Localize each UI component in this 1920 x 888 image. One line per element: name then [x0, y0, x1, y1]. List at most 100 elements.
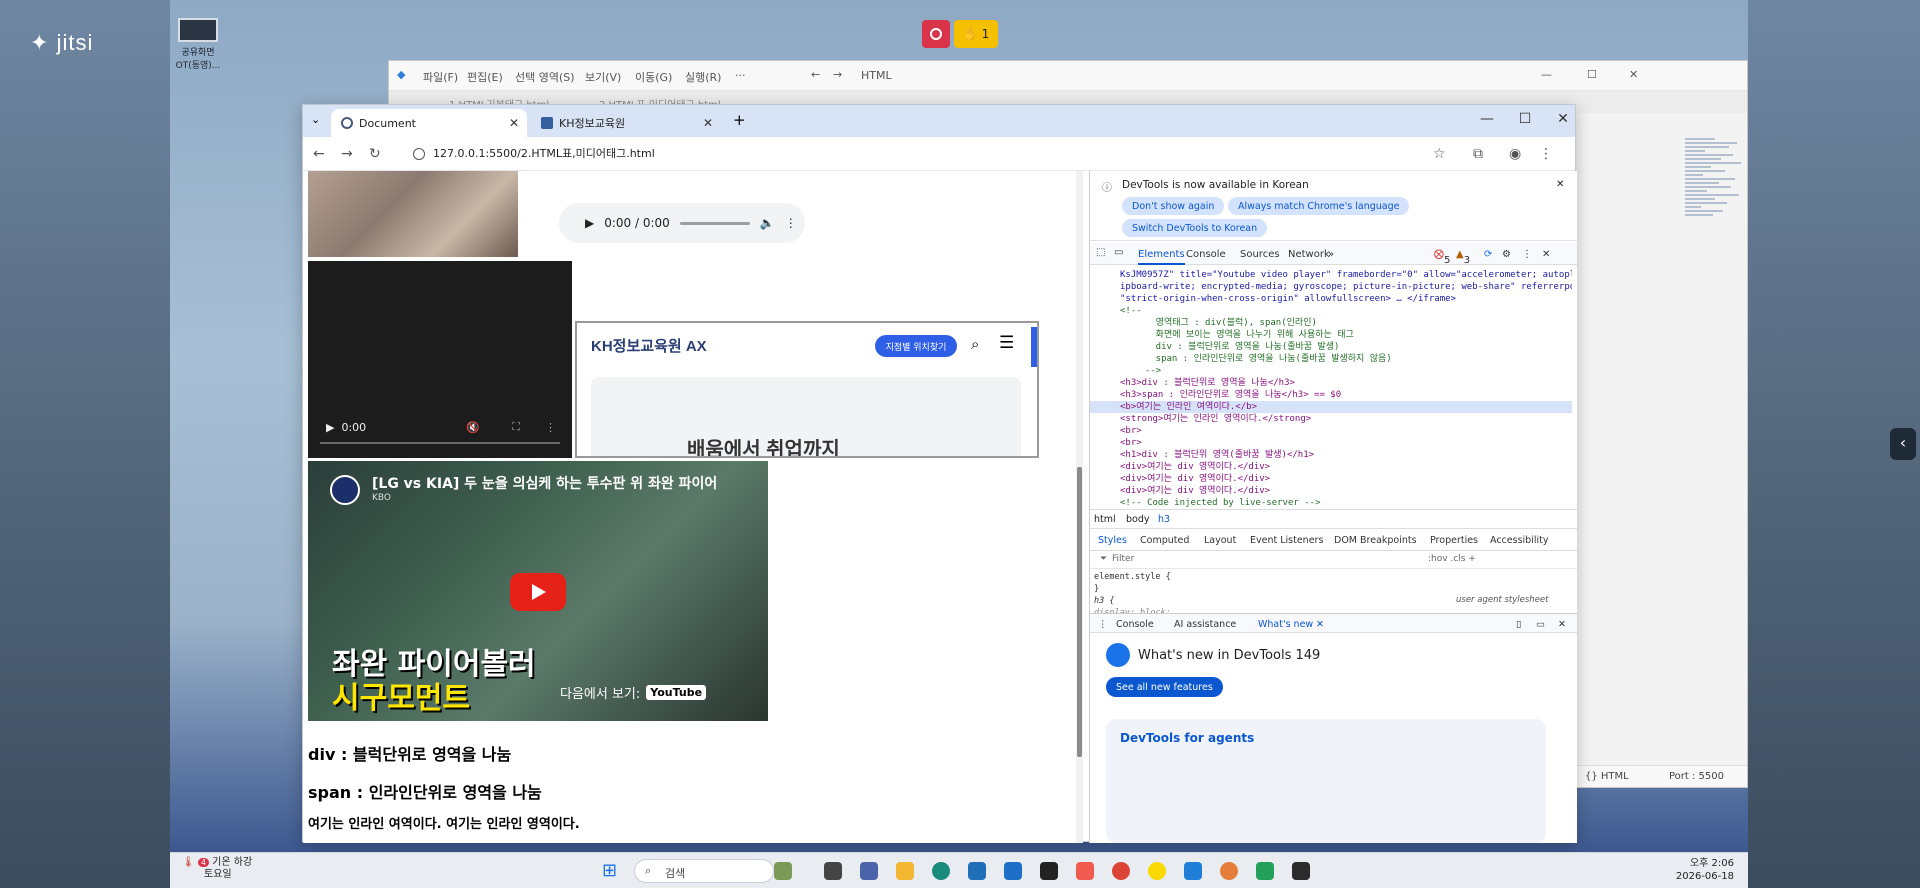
code-line[interactable]: <!--: [1120, 305, 1142, 317]
video-player[interactable]: ▶ 0:00 🔇 ⛶ ⋮: [308, 261, 572, 458]
extensions-icon[interactable]: ⧉: [1473, 146, 1483, 162]
tab-network[interactable]: Network: [1288, 249, 1330, 260]
claude-icon[interactable]: [1220, 862, 1238, 880]
devtools-more-icon[interactable]: ⋮: [1522, 249, 1532, 260]
see-all-features-button[interactable]: See all new features: [1106, 677, 1223, 697]
audio-progress[interactable]: [679, 221, 750, 225]
match-language-button[interactable]: Always match Chrome's language: [1228, 197, 1410, 215]
menu-view[interactable]: 보기(V): [585, 69, 621, 85]
taskbar-search[interactable]: ⌕ 검색: [634, 859, 774, 883]
mute-icon[interactable]: 🔇: [466, 421, 480, 434]
drawer-tab-ai[interactable]: AI assistance: [1174, 619, 1236, 630]
hamburger-menu-icon[interactable]: ☰: [999, 333, 1014, 353]
code-line[interactable]: <br>: [1120, 425, 1142, 437]
maximize-icon[interactable]: ☐: [1587, 68, 1597, 81]
dont-show-again-button[interactable]: Don't show again: [1122, 197, 1225, 215]
close-infobar-icon[interactable]: ✕: [1556, 179, 1564, 190]
drawer-tab-whats-new[interactable]: What's new: [1258, 619, 1313, 630]
device-toggle-icon[interactable]: ▭: [1114, 247, 1123, 258]
scroll-thumb[interactable]: [1077, 467, 1082, 757]
more-tabs[interactable]: »: [1328, 249, 1334, 260]
close-devtools-icon[interactable]: ✕: [1542, 249, 1550, 260]
minimize-icon[interactable]: —: [1477, 111, 1497, 127]
new-tab-icon[interactable]: +: [733, 111, 746, 129]
code-line[interactable]: <b>여기는 인라인 여역이다.</b>: [1120, 401, 1257, 413]
address-bar[interactable]: 127.0.0.1:5500/2.HTML표,미디어태그.html: [403, 142, 1403, 166]
undock-icon[interactable]: ▭: [1536, 619, 1545, 630]
edge-icon[interactable]: [932, 862, 950, 880]
settings-gear-icon[interactable]: ⚙: [1502, 249, 1511, 260]
site-info-icon[interactable]: [413, 148, 425, 160]
menu-file[interactable]: 파일(F): [423, 69, 458, 85]
style-rule[interactable]: h3 {: [1094, 595, 1171, 607]
bookmark-star-icon[interactable]: ☆: [1433, 146, 1446, 162]
back-icon[interactable]: ←: [313, 146, 325, 162]
tab-layout[interactable]: Layout: [1204, 535, 1236, 546]
code-line[interactable]: <h1>div : 블럭단위 영역(줄바꿈 발생)</h1>: [1120, 449, 1314, 461]
command-center[interactable]: HTML: [861, 69, 892, 82]
error-count[interactable]: ⨂ 5: [1434, 249, 1450, 266]
kakaotalk-icon[interactable]: [1148, 862, 1166, 880]
close-icon[interactable]: ✕: [1629, 68, 1638, 81]
close-window-icon[interactable]: ✕: [1553, 111, 1573, 127]
menu-run[interactable]: 실행(R): [685, 69, 721, 85]
tab-search-icon[interactable]: ⌄: [311, 113, 320, 126]
youtube-title[interactable]: [LG vs KIA] 두 눈을 의심케 하는 투수판 위 좌완 파이어: [372, 473, 717, 493]
jitsi-app-icon[interactable]: [1076, 862, 1094, 880]
styles-filter[interactable]: ⏷ Filter :hov .cls +: [1090, 551, 1577, 569]
youtube-play-button[interactable]: [510, 573, 566, 611]
code-line[interactable]: <div>여기는 div 영역이다.</div>: [1120, 485, 1270, 497]
audio-player[interactable]: ▶ 0:00 / 0:00 🔈 ⋮: [559, 203, 805, 243]
menu-go[interactable]: 이동(G): [635, 69, 672, 85]
code-line[interactable]: <!-- Code injected by live-server -->: [1120, 497, 1320, 509]
menu-edit[interactable]: 편집(E): [467, 69, 503, 85]
youtube-embed[interactable]: [LG vs KIA] 두 눈을 의심케 하는 투수판 위 좌완 파이어 KBO…: [308, 461, 768, 721]
tab-sources[interactable]: Sources: [1240, 249, 1280, 260]
warning-count[interactable]: ▲ 3: [1456, 249, 1470, 266]
inspect-element-icon[interactable]: ⬚: [1096, 247, 1105, 258]
outlook-icon[interactable]: [1004, 862, 1022, 880]
kh-app-icon[interactable]: [860, 862, 878, 880]
chrome-icon[interactable]: [1112, 862, 1130, 880]
audio-more-icon[interactable]: ⋮: [785, 216, 797, 230]
code-line[interactable]: div : 블럭단위로 영역을 나눔(줄바꿈 발생): [1134, 341, 1340, 353]
code-line[interactable]: "strict-origin-when-cross-origin" allowf…: [1120, 293, 1456, 305]
crumb-h3[interactable]: h3: [1158, 514, 1170, 525]
agents-link[interactable]: DevTools for agents: [1120, 731, 1254, 745]
fullscreen-icon[interactable]: ⛶: [512, 420, 520, 434]
notion-icon[interactable]: [1040, 862, 1058, 880]
drawer-menu-icon[interactable]: ⋮: [1098, 619, 1108, 630]
drawer-tab-console[interactable]: Console: [1116, 619, 1154, 630]
status-language[interactable]: {} HTML: [1585, 771, 1629, 782]
file-explorer-icon[interactable]: [896, 862, 914, 880]
maximize-icon[interactable]: ☐: [1515, 111, 1535, 127]
branch-finder-button[interactable]: 지점별 위치찾기: [875, 335, 957, 357]
forward-icon[interactable]: →: [341, 146, 353, 162]
menu-selection[interactable]: 선택 영역(S): [515, 69, 575, 85]
dock-icon[interactable]: ▯: [1516, 619, 1521, 630]
raise-hand-button[interactable]: ✋ 1: [954, 20, 998, 48]
menu-more[interactable]: ···: [735, 69, 746, 82]
tab-accessibility[interactable]: Accessibility: [1490, 535, 1548, 546]
tab-styles[interactable]: Styles: [1098, 535, 1127, 546]
recording-button[interactable]: [922, 20, 950, 48]
play-icon[interactable]: ▶: [326, 421, 334, 434]
close-drawer-icon[interactable]: ✕: [1558, 619, 1566, 630]
tab-computed[interactable]: Computed: [1140, 535, 1189, 546]
code-line[interactable]: 영역태그 : div(블럭), span(인라인): [1134, 317, 1317, 329]
code-line[interactable]: <br>: [1120, 437, 1142, 449]
code-line[interactable]: span : 인라인단위로 영역을 나눔(줄바꿈 발생하지 않음): [1134, 353, 1392, 365]
kbo-channel-icon[interactable]: [330, 475, 360, 505]
style-tools[interactable]: :hov .cls +: [1428, 554, 1476, 564]
tab-dom-breakpoints[interactable]: DOM Breakpoints: [1334, 535, 1417, 546]
reload-icon[interactable]: ↻: [369, 146, 381, 162]
code-line[interactable]: <h3>div : 블럭단위로 영역을 나눔</h3>: [1120, 377, 1295, 389]
status-port[interactable]: Port : 5500: [1669, 771, 1724, 782]
menu-kebab-icon[interactable]: ⋮: [1539, 146, 1553, 162]
search-icon[interactable]: ⌕: [971, 335, 979, 353]
tab-event-listeners[interactable]: Event Listeners: [1250, 535, 1323, 546]
vscode-icon[interactable]: [1184, 862, 1202, 880]
youtube-channel[interactable]: KBO: [372, 493, 391, 503]
iframe-scrollbar[interactable]: [1031, 327, 1037, 367]
elements-tree[interactable]: KsJM0957Z" title="Youtube video player" …: [1090, 267, 1572, 517]
